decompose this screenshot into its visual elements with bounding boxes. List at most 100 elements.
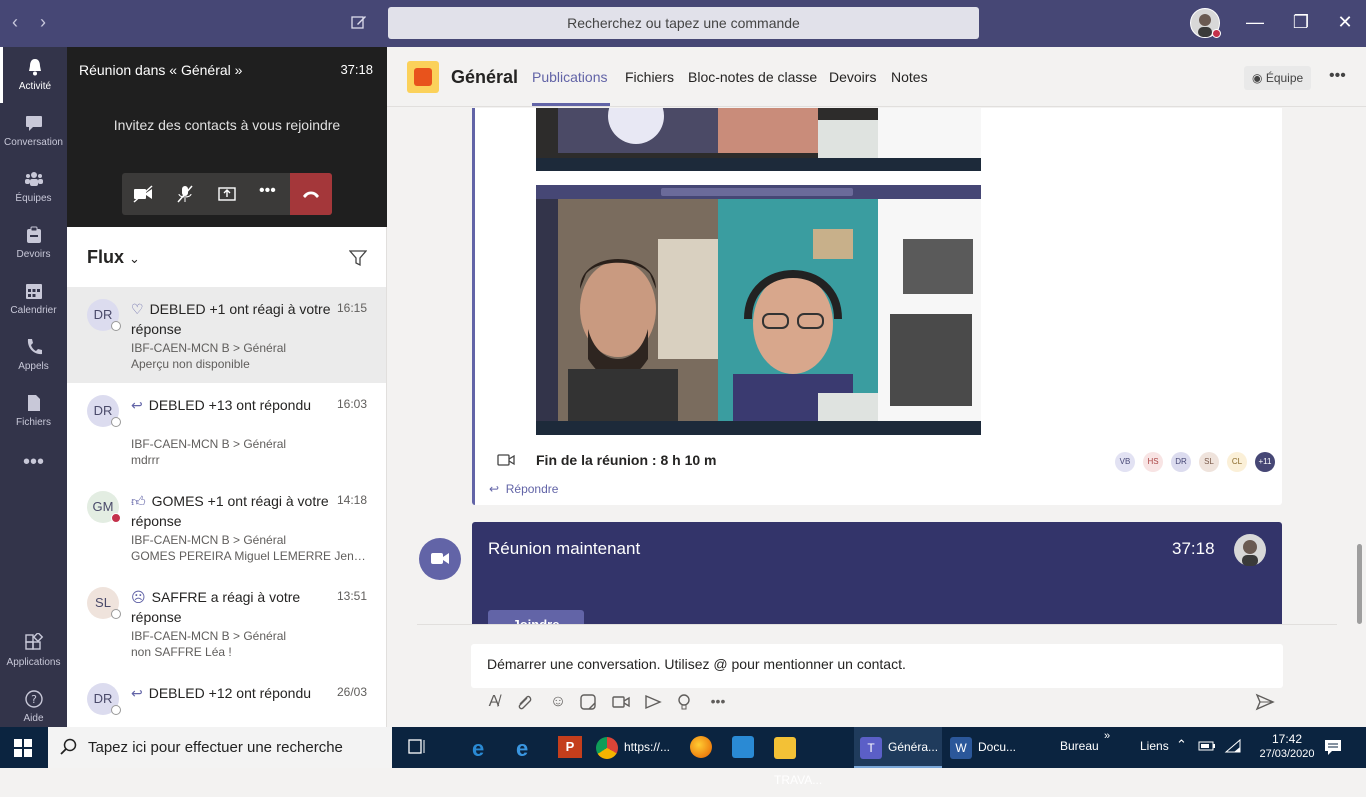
- feed-item[interactable]: SL ☹ SAFFRE a réagi à votre réponse 13:51…: [67, 575, 386, 671]
- search-input[interactable]: Recherchez ou tapez une commande: [388, 7, 979, 39]
- participant-list[interactable]: VB HS DR SL CL +11: [1115, 446, 1285, 478]
- reply-icon: ↩: [489, 482, 500, 496]
- more-options-icon[interactable]: •••: [1329, 67, 1346, 85]
- tab-bloc-notes[interactable]: Bloc-notes de classe: [688, 69, 817, 85]
- more-options-icon[interactable]: •••: [707, 693, 729, 715]
- sticker-icon[interactable]: [579, 693, 601, 715]
- assignments-icon: [26, 226, 41, 243]
- shared-image[interactable]: [536, 108, 981, 171]
- bell-icon: [29, 59, 41, 76]
- tab-fichiers[interactable]: Fichiers: [625, 69, 674, 85]
- rail-files[interactable]: Fichiers: [0, 383, 67, 439]
- taskbar-app-chrome[interactable]: https://...: [596, 731, 684, 764]
- presence-offline-icon: [111, 705, 121, 715]
- more-participants-badge: +11: [1255, 452, 1275, 472]
- join-button[interactable]: Joindre: [488, 610, 584, 624]
- shared-image[interactable]: [536, 185, 981, 435]
- rail-calls[interactable]: Appels: [0, 327, 67, 383]
- feed-item[interactable]: DR ♡ DEBLED +1 ont réagi à votre réponse …: [67, 287, 386, 383]
- channel-name: Général: [451, 67, 519, 87]
- minimize-icon[interactable]: —: [1240, 12, 1270, 33]
- video-off-icon[interactable]: [132, 184, 154, 204]
- send-icon[interactable]: [1255, 693, 1277, 715]
- stream-icon[interactable]: [643, 693, 665, 715]
- filter-icon[interactable]: [349, 249, 367, 267]
- clock-date[interactable]: 27/03/2020: [1256, 748, 1318, 760]
- compose-icon[interactable]: [350, 13, 368, 31]
- maximize-icon[interactable]: ❐: [1286, 12, 1316, 33]
- edge-icon[interactable]: e: [516, 736, 528, 762]
- activity-feed: Flux ⌄ DR ♡ DEBLED +1 ont réagi à votre r…: [67, 227, 387, 727]
- rail-chat[interactable]: Conversation: [0, 103, 67, 159]
- clock-time[interactable]: 17:42: [1262, 732, 1312, 746]
- taskbar-app-teams[interactable]: T Généra...: [854, 727, 942, 768]
- app-rail: Activité Conversation Équipes Devoirs Ca…: [0, 47, 67, 727]
- invite-text[interactable]: Invitez des contacts à vous rejoindre: [67, 117, 387, 133]
- meeting-now-card: Réunion maintenant 37:18 Joindre: [472, 522, 1282, 624]
- title-bar: ‹ › Recherchez ou tapez une commande — ❐…: [0, 0, 1366, 47]
- message-feed: Fin de la réunion : 8 h 10 m VB HS DR SL…: [387, 108, 1352, 624]
- rail-apps[interactable]: Applications: [0, 623, 67, 679]
- close-icon[interactable]: ✕: [1330, 12, 1360, 33]
- feed-item[interactable]: GM 👍︎ GOMES +1 ont réagi à votre réponse …: [67, 479, 386, 575]
- taskbar-search-input[interactable]: Tapez ici pour effectuer une recherche: [48, 727, 392, 768]
- forward-icon[interactable]: ›: [40, 12, 46, 33]
- scrollbar[interactable]: [1353, 108, 1366, 624]
- rail-assignments[interactable]: Devoirs: [0, 215, 67, 271]
- meet-now-icon[interactable]: [611, 693, 633, 715]
- team-button[interactable]: ◉ Équipe: [1244, 66, 1312, 90]
- toolbar-bureau[interactable]: Bureau: [1060, 739, 1099, 753]
- svg-text:?: ?: [31, 693, 37, 706]
- user-avatar[interactable]: [1190, 8, 1221, 38]
- channel-logo: [407, 61, 439, 93]
- wifi-icon[interactable]: [1224, 738, 1242, 754]
- chat-icon: [25, 116, 42, 131]
- rail-teams[interactable]: Équipes: [0, 159, 67, 215]
- powerpoint-icon[interactable]: P: [558, 736, 582, 758]
- compose-input[interactable]: Démarrer une conversation. Utilisez @ po…: [471, 644, 1283, 688]
- share-screen-icon[interactable]: [217, 184, 237, 204]
- back-icon[interactable]: ‹: [12, 12, 18, 33]
- more-apps-icon[interactable]: •••: [0, 447, 67, 487]
- more-options-icon[interactable]: •••: [259, 182, 276, 200]
- task-view-icon[interactable]: [406, 738, 426, 756]
- help-icon: ?: [24, 690, 43, 708]
- taskbar-app-explorer[interactable]: TRAVA...: [774, 731, 848, 787]
- avatar: [1234, 534, 1266, 566]
- format-icon[interactable]: A̸: [483, 693, 505, 715]
- eye-icon: ◉: [1252, 71, 1263, 85]
- feed-item[interactable]: DR ↩ DEBLED +12 ont répondu 26/03: [67, 671, 386, 727]
- notifications-icon[interactable]: [1324, 738, 1342, 756]
- call-panel: Réunion dans « Général » 37:18 Invitez d…: [67, 47, 387, 227]
- rail-activity[interactable]: Activité: [0, 47, 67, 103]
- feed-title[interactable]: Flux ⌄: [87, 247, 140, 268]
- battery-icon[interactable]: [1198, 739, 1216, 753]
- channel-view: Général Publications Fichiers Bloc-notes…: [387, 47, 1366, 727]
- store-icon[interactable]: [732, 736, 754, 758]
- presence-offline-icon: [111, 321, 121, 331]
- attach-icon[interactable]: [515, 693, 537, 715]
- hang-up-button[interactable]: [290, 173, 332, 215]
- chevron-icon[interactable]: »: [1104, 730, 1110, 742]
- feed-item[interactable]: DR ↩ DEBLED +13 ont répondu 16:03 IBF-CAE…: [67, 383, 386, 479]
- tab-devoirs[interactable]: Devoirs: [829, 69, 876, 85]
- tab-notes[interactable]: Notes: [891, 69, 928, 85]
- rail-calendar[interactable]: Calendrier: [0, 271, 67, 327]
- avatar: CL: [1227, 452, 1247, 472]
- toolbar-liens[interactable]: Liens: [1140, 739, 1169, 753]
- mic-off-icon[interactable]: [175, 184, 195, 204]
- taskbar-app-word[interactable]: W Docu...: [950, 731, 1028, 764]
- avatar: HS: [1143, 452, 1163, 472]
- firefox-icon[interactable]: [690, 736, 712, 758]
- calendar-icon: [25, 284, 42, 299]
- ie-icon[interactable]: e: [472, 736, 484, 762]
- reply-button[interactable]: ↩ Répondre: [489, 482, 558, 496]
- meeting-end-icon: [497, 452, 515, 468]
- scrollbar-thumb[interactable]: [1357, 544, 1362, 624]
- praise-icon[interactable]: [675, 693, 697, 715]
- emoji-icon[interactable]: ☺: [547, 693, 569, 715]
- chevron-up-icon[interactable]: ⌃: [1176, 737, 1187, 753]
- windows-start-icon[interactable]: [14, 739, 32, 757]
- tab-publications[interactable]: Publications: [532, 69, 608, 85]
- teams-icon: [24, 172, 43, 186]
